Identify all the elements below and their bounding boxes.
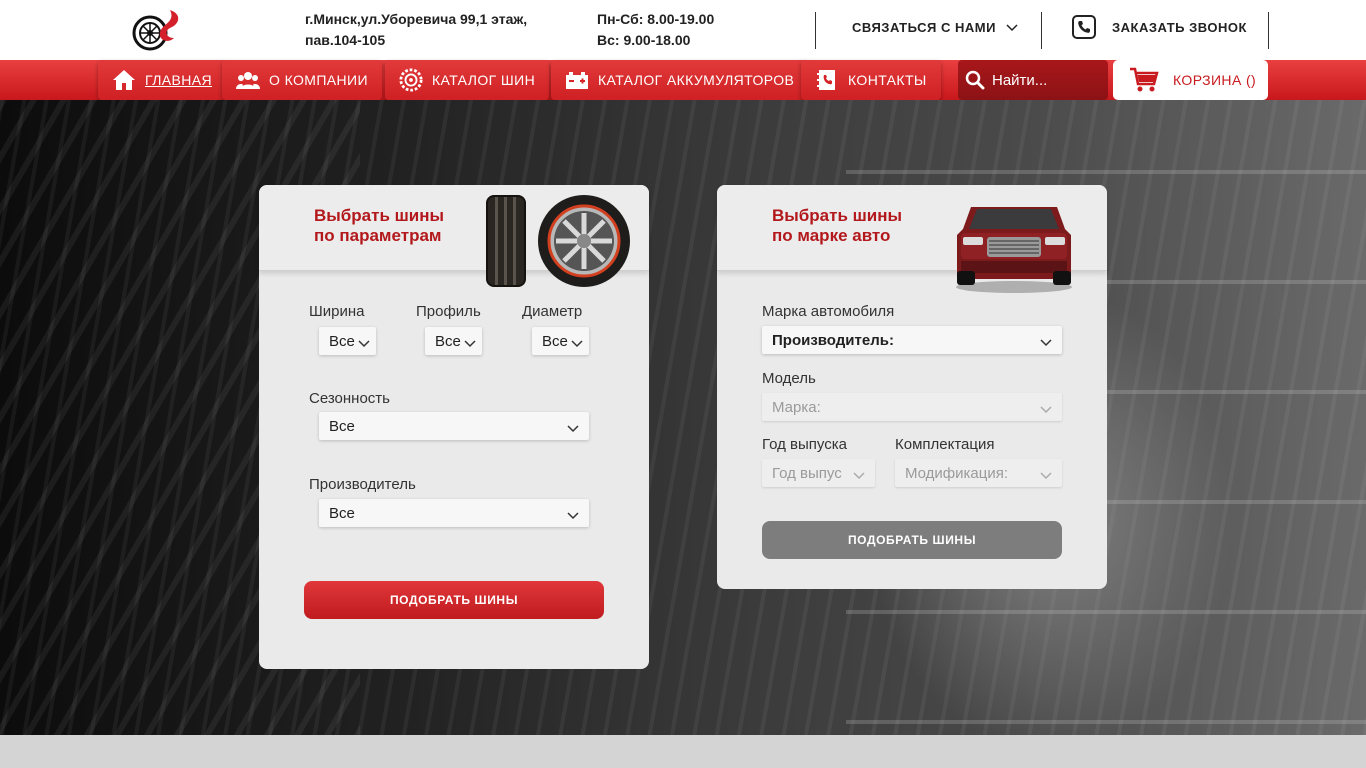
- car-brand-select[interactable]: Производитель:: [762, 326, 1062, 354]
- nav-item-label: КАТАЛОГ ШИН: [432, 72, 536, 88]
- tire-icon: [399, 68, 423, 92]
- nav-item-tire-catalog[interactable]: КАТАЛОГ ШИН: [385, 60, 550, 100]
- chevron-down-icon: [358, 335, 370, 352]
- cart-label: КОРЗИНА (): [1173, 72, 1257, 88]
- chevron-down-icon: [1040, 467, 1052, 484]
- profile-label: Профиль: [416, 303, 481, 320]
- address-line-2: пав.104-105: [305, 32, 386, 48]
- nav-item-home[interactable]: ГЛАВНАЯ: [98, 60, 227, 100]
- chevron-down-icon: [1040, 401, 1052, 418]
- chevron-down-icon: [1040, 334, 1052, 351]
- contact-us-dropdown[interactable]: СВЯЗАТЬСЯ С НАМИ: [852, 20, 1018, 35]
- width-select[interactable]: Все: [319, 327, 376, 355]
- season-select[interactable]: Все: [319, 412, 589, 440]
- car-year-select[interactable]: Год выпус: [762, 459, 875, 487]
- profile-value: Все: [435, 332, 461, 350]
- battery-icon: [565, 68, 589, 92]
- panel-title: Выбрать шины по марке авто: [772, 206, 932, 246]
- tire-by-car-panel: Выбрать шины по марке авто Марка автомоб…: [717, 185, 1107, 589]
- hours-line-1: Пн-Сб: 8.00-19.00: [597, 11, 715, 27]
- car-brand-label: Марка автомобиля: [762, 303, 895, 320]
- search-icon[interactable]: [964, 69, 986, 91]
- chevron-down-icon: [567, 507, 579, 524]
- nav-item-battery-catalog[interactable]: КАТАЛОГ АККУМУЛЯТОРОВ: [551, 60, 809, 100]
- hours-line-2: Вс: 9.00-18.00: [597, 32, 691, 48]
- chevron-down-icon: [850, 467, 865, 484]
- nav-item-contacts[interactable]: КОНТАКТЫ: [801, 60, 941, 100]
- chevron-down-icon: [464, 335, 476, 352]
- panel-header: Выбрать шины по параметрам: [259, 185, 649, 287]
- car-trim-select[interactable]: Модификация:: [895, 459, 1062, 487]
- manufacturer-label: Производитель: [309, 476, 416, 493]
- cart-icon: [1129, 66, 1159, 94]
- car-trim-value: Модификация:: [905, 464, 1009, 482]
- diameter-label: Диаметр: [522, 303, 583, 320]
- divider: [1268, 12, 1269, 49]
- width-value: Все: [329, 332, 355, 350]
- width-label: Ширина: [309, 303, 365, 320]
- panel-title: Выбрать шины по параметрам: [314, 206, 474, 246]
- users-icon: [236, 68, 260, 92]
- season-value: Все: [329, 417, 355, 435]
- nav-item-label: КАТАЛОГ АККУМУЛЯТОРОВ: [598, 72, 795, 88]
- diameter-value: Все: [542, 332, 568, 350]
- car-trim-label: Комплектация: [895, 436, 995, 453]
- footer-strip: [0, 735, 1366, 768]
- nav-item-label: ГЛАВНАЯ: [145, 72, 213, 88]
- car-brand-value: Производитель:: [772, 331, 894, 349]
- cart-button[interactable]: КОРЗИНА (): [1113, 60, 1268, 100]
- title-line: по параметрам: [314, 226, 442, 245]
- address-line-1: г.Минск,ул.Уборевича 99,1 этаж,: [305, 11, 528, 27]
- contacts-icon: [815, 68, 839, 92]
- car-year-label: Год выпуска: [762, 436, 847, 453]
- store-address: г.Минск,ул.Уборевича 99,1 этаж, пав.104-…: [305, 9, 565, 51]
- chevron-down-icon: [1006, 20, 1018, 35]
- car-year-value: Год выпус: [772, 464, 842, 482]
- tire-params-panel: Выбрать шины по параметрам Ширина Все Пр…: [259, 185, 649, 669]
- find-tires-by-car-button[interactable]: ПОДОБРАТЬ ШИНЫ: [762, 521, 1062, 559]
- search-input[interactable]: [992, 65, 1092, 95]
- title-line: Выбрать шины: [314, 206, 445, 225]
- divider: [815, 12, 816, 49]
- wheel-image: [536, 193, 632, 289]
- diameter-select[interactable]: Все: [532, 327, 589, 355]
- title-line: Выбрать шины: [772, 206, 903, 225]
- phone-icon: [1072, 15, 1096, 39]
- site-logo[interactable]: [130, 8, 186, 52]
- order-call-label: ЗАКАЗАТЬ ЗВОНОК: [1112, 19, 1247, 35]
- profile-select[interactable]: Все: [425, 327, 482, 355]
- car-model-label: Модель: [762, 370, 816, 387]
- chevron-down-icon: [567, 420, 579, 437]
- tire-tread-image: [486, 195, 526, 287]
- car-model-select[interactable]: Марка:: [762, 393, 1062, 421]
- chevron-down-icon: [571, 335, 583, 352]
- order-call-button[interactable]: ЗАКАЗАТЬ ЗВОНОК: [1072, 15, 1247, 39]
- manufacturer-value: Все: [329, 504, 355, 522]
- manufacturer-select[interactable]: Все: [319, 499, 589, 527]
- top-header: г.Минск,ул.Уборевича 99,1 этаж, пав.104-…: [0, 0, 1366, 60]
- search-box[interactable]: [958, 60, 1108, 100]
- home-icon: [112, 68, 136, 92]
- working-hours: Пн-Сб: 8.00-19.00 Вс: 9.00-18.00: [597, 9, 714, 51]
- nav-item-label: О КОМПАНИИ: [269, 72, 368, 88]
- car-image: [949, 187, 1079, 295]
- nav-item-about[interactable]: О КОМПАНИИ: [222, 60, 382, 100]
- divider: [1041, 12, 1042, 49]
- main-nav: ГЛАВНАЯ О КОМПАНИИ КАТАЛОГ ШИН КАТАЛОГ А…: [0, 60, 1366, 100]
- nav-item-label: КОНТАКТЫ: [848, 72, 927, 88]
- season-label: Сезонность: [309, 390, 390, 407]
- find-tires-by-params-button[interactable]: ПОДОБРАТЬ ШИНЫ: [304, 581, 604, 619]
- panel-header: Выбрать шины по марке авто: [717, 185, 1107, 293]
- hero-background: [0, 100, 1366, 735]
- car-model-value: Марка:: [772, 398, 821, 416]
- contact-us-label: СВЯЗАТЬСЯ С НАМИ: [852, 20, 996, 35]
- title-line: по марке авто: [772, 226, 891, 245]
